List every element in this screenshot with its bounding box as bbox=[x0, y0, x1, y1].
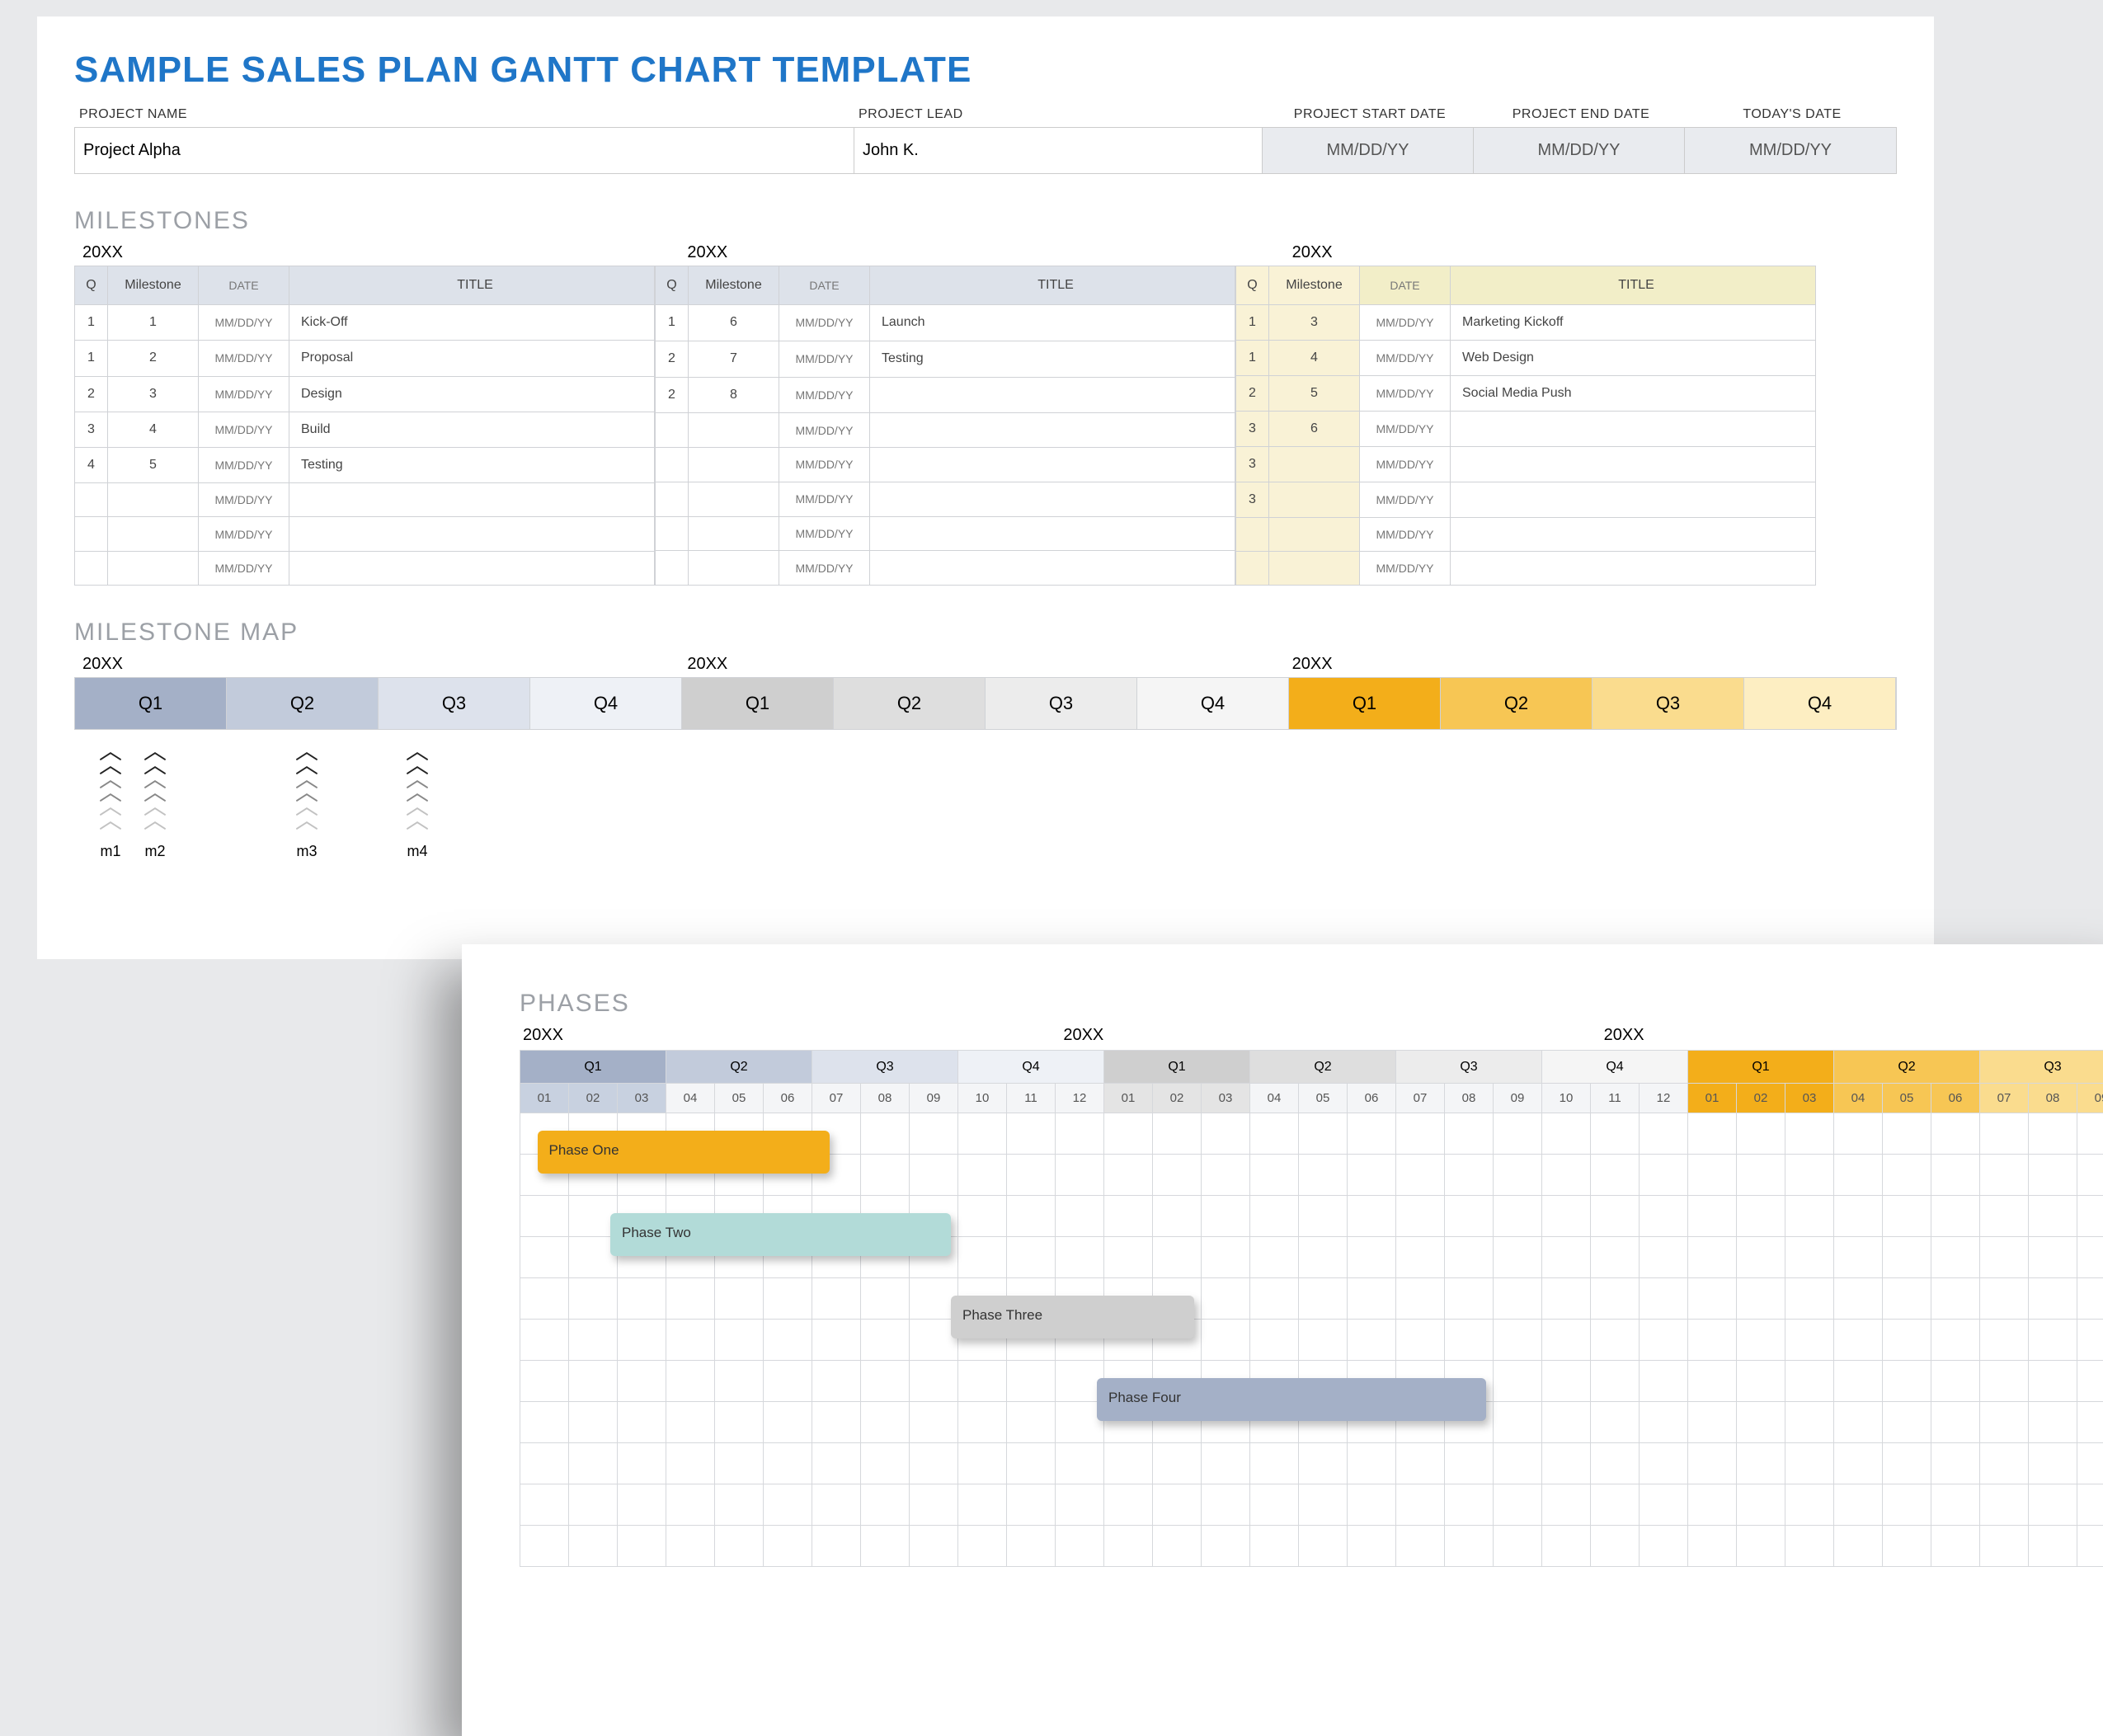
phase-years: 20XX 20XX 20XX bbox=[523, 1026, 2103, 1045]
end-date-field[interactable]: MM/DD/YY bbox=[1474, 128, 1685, 173]
table-row[interactable]: MM/DD/YY bbox=[656, 448, 1235, 482]
table-row[interactable]: 45MM/DD/YYTesting bbox=[75, 448, 655, 483]
table-row[interactable]: 3MM/DD/YY bbox=[1236, 482, 1816, 518]
map-quarter-cell: Q2 bbox=[834, 678, 986, 729]
milestone-table-y1[interactable]: QMilestoneDATETITLE 11MM/DD/YYKick-Off 1… bbox=[74, 266, 655, 586]
year1-label: 20XX bbox=[82, 243, 687, 262]
phase-bar[interactable]: Phase Four bbox=[1097, 1378, 1486, 1421]
table-row[interactable]: 28MM/DD/YY bbox=[656, 377, 1235, 413]
table-row[interactable]: MM/DD/YY bbox=[75, 483, 655, 517]
map-quarter-cell: Q3 bbox=[986, 678, 1137, 729]
project-meta-labels: PROJECT NAME PROJECT LEAD PROJECT START … bbox=[74, 106, 1897, 127]
map-year2: 20XX bbox=[687, 655, 1291, 674]
table-row[interactable]: MM/DD/YY bbox=[75, 551, 655, 585]
label-start-date: PROJECT START DATE bbox=[1262, 106, 1473, 127]
map-quarter-cell: Q3 bbox=[1593, 678, 1744, 729]
milestone-marker: ︿ ︿ ︿ ︿ ︿ ︿ m3 bbox=[295, 745, 318, 860]
phase-gantt-grid[interactable]: Q1Q2Q3Q4Q1Q2Q3Q4Q1Q2Q3010203040506070809… bbox=[520, 1050, 2103, 1567]
marker-label: m1 bbox=[101, 843, 121, 860]
gantt-row bbox=[520, 1320, 2103, 1361]
gantt-row bbox=[520, 1484, 2103, 1526]
marker-label: m2 bbox=[145, 843, 166, 860]
phase-bar[interactable]: Phase Three bbox=[951, 1296, 1194, 1338]
map-quarter-cell: Q4 bbox=[530, 678, 682, 729]
table-row[interactable]: 16MM/DD/YYLaunch bbox=[656, 305, 1235, 341]
table-row[interactable]: MM/DD/YY bbox=[656, 551, 1235, 586]
table-row[interactable]: MM/DD/YY bbox=[656, 516, 1235, 551]
map-quarter-cell: Q4 bbox=[1137, 678, 1289, 729]
label-project-name: PROJECT NAME bbox=[74, 106, 854, 127]
table-row[interactable]: MM/DD/YY bbox=[656, 413, 1235, 448]
today-date-field[interactable]: MM/DD/YY bbox=[1685, 128, 1896, 173]
map-quarter-cell: Q1 bbox=[75, 678, 227, 729]
page-title: SAMPLE SALES PLAN GANTT CHART TEMPLATE bbox=[74, 49, 1897, 91]
table-row[interactable]: MM/DD/YY bbox=[1236, 552, 1816, 586]
table-row[interactable]: 23MM/DD/YYDesign bbox=[75, 376, 655, 412]
table-row[interactable]: 36MM/DD/YY bbox=[1236, 412, 1816, 447]
table-row[interactable]: 3MM/DD/YY bbox=[1236, 447, 1816, 482]
phase-gantt-wrap: Q1Q2Q3Q4Q1Q2Q3Q4Q1Q2Q3010203040506070809… bbox=[520, 1050, 2103, 1567]
map-quarter-cell: Q1 bbox=[1289, 678, 1441, 729]
phase-year3: 20XX bbox=[1604, 1026, 2103, 1045]
map-quarter-cell: Q1 bbox=[682, 678, 834, 729]
table-row[interactable]: MM/DD/YY bbox=[656, 482, 1235, 516]
table-row[interactable]: 12MM/DD/YYProposal bbox=[75, 341, 655, 376]
map-quarter-cell: Q4 bbox=[1744, 678, 1896, 729]
map-year3: 20XX bbox=[1292, 655, 1897, 674]
year2-label: 20XX bbox=[687, 243, 1291, 262]
milestone-map-quarters: Q1Q2Q3Q4Q1Q2Q3Q4Q1Q2Q3Q4 bbox=[74, 677, 1897, 730]
start-date-field[interactable]: MM/DD/YY bbox=[1263, 128, 1474, 173]
gantt-row bbox=[520, 1278, 2103, 1320]
milestone-marker: ︿ ︿ ︿ ︿ ︿ ︿ m4 bbox=[406, 745, 429, 860]
label-project-lead: PROJECT LEAD bbox=[854, 106, 1262, 127]
phase-bar[interactable]: Phase One bbox=[538, 1131, 830, 1174]
marker-label: m4 bbox=[407, 843, 428, 860]
project-meta-row: Project Alpha John K. MM/DD/YY MM/DD/YY … bbox=[74, 127, 1897, 174]
table-row[interactable]: MM/DD/YY bbox=[75, 517, 655, 551]
marker-label: m3 bbox=[297, 843, 318, 860]
table-row[interactable]: 13MM/DD/YYMarketing Kickoff bbox=[1236, 305, 1816, 341]
phases-sheet: PHASES 20XX 20XX 20XX Q1Q2Q3Q4Q1Q2Q3Q4Q1… bbox=[462, 944, 2103, 1736]
chevron-up-icon: ︿ bbox=[99, 814, 122, 828]
table-row[interactable]: 14MM/DD/YYWeb Design bbox=[1236, 341, 1816, 376]
table-row[interactable]: 11MM/DD/YYKick-Off bbox=[75, 305, 655, 341]
table-row[interactable]: 27MM/DD/YYTesting bbox=[656, 341, 1235, 377]
top-sheet: SAMPLE SALES PLAN GANTT CHART TEMPLATE P… bbox=[37, 16, 1934, 959]
map-quarter-cell: Q3 bbox=[379, 678, 530, 729]
section-phases: PHASES bbox=[520, 990, 2103, 1018]
phase-year2: 20XX bbox=[1063, 1026, 1603, 1045]
year3-label: 20XX bbox=[1292, 243, 1897, 262]
milestone-years: 20XX 20XX 20XX bbox=[82, 243, 1897, 262]
section-milestone-map: MILESTONE MAP bbox=[74, 619, 1897, 647]
table-row[interactable]: 34MM/DD/YYBuild bbox=[75, 412, 655, 447]
milestone-markers: ︿ ︿ ︿ ︿ ︿ ︿ m1 ︿ ︿ ︿ ︿ ︿ ︿ m2 ︿ ︿ ︿ ︿ ︿ … bbox=[74, 745, 1897, 860]
label-end-date: PROJECT END DATE bbox=[1473, 106, 1684, 127]
milestone-marker: ︿ ︿ ︿ ︿ ︿ ︿ m1 bbox=[99, 745, 122, 860]
phase-year1: 20XX bbox=[523, 1026, 1063, 1045]
milestone-table-y3[interactable]: QMilestoneDATETITLE 13MM/DD/YYMarketing … bbox=[1235, 266, 1816, 586]
map-quarter-cell: Q2 bbox=[1441, 678, 1593, 729]
milestone-marker: ︿ ︿ ︿ ︿ ︿ ︿ m2 bbox=[143, 745, 167, 860]
chevron-up-icon: ︿ bbox=[295, 814, 318, 828]
label-today-date: TODAY'S DATE bbox=[1684, 106, 1895, 127]
section-milestones: MILESTONES bbox=[74, 207, 1897, 235]
milestone-table-y2[interactable]: QMilestoneDATETITLE 16MM/DD/YYLaunch 27M… bbox=[655, 266, 1235, 586]
project-name-field[interactable]: Project Alpha bbox=[75, 128, 854, 173]
gantt-row bbox=[520, 1526, 2103, 1567]
phase-bar[interactable]: Phase Two bbox=[610, 1213, 951, 1256]
map-year1: 20XX bbox=[82, 655, 687, 674]
map-quarter-cell: Q2 bbox=[227, 678, 379, 729]
table-row[interactable]: MM/DD/YY bbox=[1236, 518, 1816, 552]
gantt-row bbox=[520, 1443, 2103, 1484]
chevron-up-icon: ︿ bbox=[406, 814, 429, 828]
project-lead-field[interactable]: John K. bbox=[854, 128, 1263, 173]
chevron-up-icon: ︿ bbox=[143, 814, 167, 828]
milestone-tables: QMilestoneDATETITLE 11MM/DD/YYKick-Off 1… bbox=[74, 266, 1897, 586]
table-row[interactable]: 25MM/DD/YYSocial Media Push bbox=[1236, 376, 1816, 412]
map-years: 20XX 20XX 20XX bbox=[82, 655, 1897, 674]
